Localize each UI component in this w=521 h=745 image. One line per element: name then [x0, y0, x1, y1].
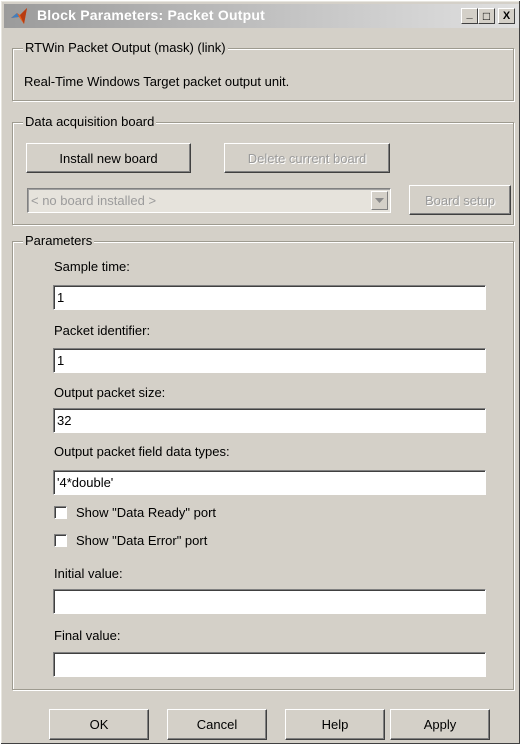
final-value-label: Final value: [54, 628, 121, 643]
packet-identifier-label: Packet identifier: [54, 323, 151, 338]
sample-time-label: Sample time: [54, 259, 130, 274]
initial-value-label: Initial value: [54, 566, 123, 581]
dialog-window: Block Parameters: Packet Output _ □ X RT… [0, 0, 521, 745]
matlab-logo-icon [10, 7, 28, 25]
mask-description-legend: RTWin Packet Output (mask) (link) [23, 40, 228, 55]
parameters-legend: Parameters [23, 233, 95, 248]
initial-value-field[interactable] [53, 589, 486, 614]
window-title: Block Parameters: Packet Output [37, 7, 265, 23]
apply-button[interactable]: Apply [390, 709, 490, 740]
maximize-icon: □ [482, 9, 491, 23]
cancel-button[interactable]: Cancel [167, 709, 267, 740]
show-data-error-checkbox[interactable]: Show "Data Error" port [54, 533, 207, 548]
board-setup-button[interactable]: Board setup [409, 185, 511, 215]
show-data-ready-label: Show "Data Ready" port [76, 505, 217, 520]
show-data-ready-checkbox[interactable]: Show "Data Ready" port [54, 505, 216, 520]
title-bar[interactable]: Block Parameters: Packet Output _ □ X [4, 4, 519, 28]
mask-description-group: RTWin Packet Output (mask) (link) Real-T… [12, 40, 514, 101]
field-data-types-field[interactable]: '4*double' [53, 470, 486, 495]
show-data-error-label: Show "Data Error" port [76, 533, 208, 548]
help-button[interactable]: Help [285, 709, 385, 740]
chevron-down-icon[interactable] [371, 191, 388, 210]
close-icon: X [502, 10, 511, 22]
checkbox-box[interactable] [54, 506, 67, 519]
board-select[interactable]: < no board installed > [27, 188, 391, 213]
daq-board-group: Data acquisition board Install new board… [12, 114, 514, 225]
parameters-group: Parameters Sample time: 1 Packet identif… [12, 233, 514, 690]
sample-time-field[interactable]: 1 [53, 285, 486, 310]
output-packet-size-field[interactable]: 32 [53, 408, 486, 433]
ok-button[interactable]: OK [49, 709, 149, 740]
maximize-button[interactable]: □ [478, 8, 495, 24]
install-new-board-button[interactable]: Install new board [26, 143, 191, 173]
checkbox-box[interactable] [54, 534, 67, 547]
minimize-icon: _ [466, 8, 473, 20]
mask-description-text: Real-Time Windows Target packet output u… [24, 74, 290, 89]
close-button[interactable]: X [498, 8, 515, 24]
final-value-field[interactable] [53, 652, 486, 677]
packet-identifier-field[interactable]: 1 [53, 348, 486, 373]
delete-current-board-button[interactable]: Delete current board [224, 143, 390, 173]
output-packet-size-label: Output packet size: [54, 385, 166, 400]
minimize-button[interactable]: _ [461, 8, 478, 24]
board-select-value: < no board installed > [31, 193, 157, 208]
field-data-types-label: Output packet field data types: [54, 444, 230, 459]
daq-board-legend: Data acquisition board [23, 114, 157, 129]
